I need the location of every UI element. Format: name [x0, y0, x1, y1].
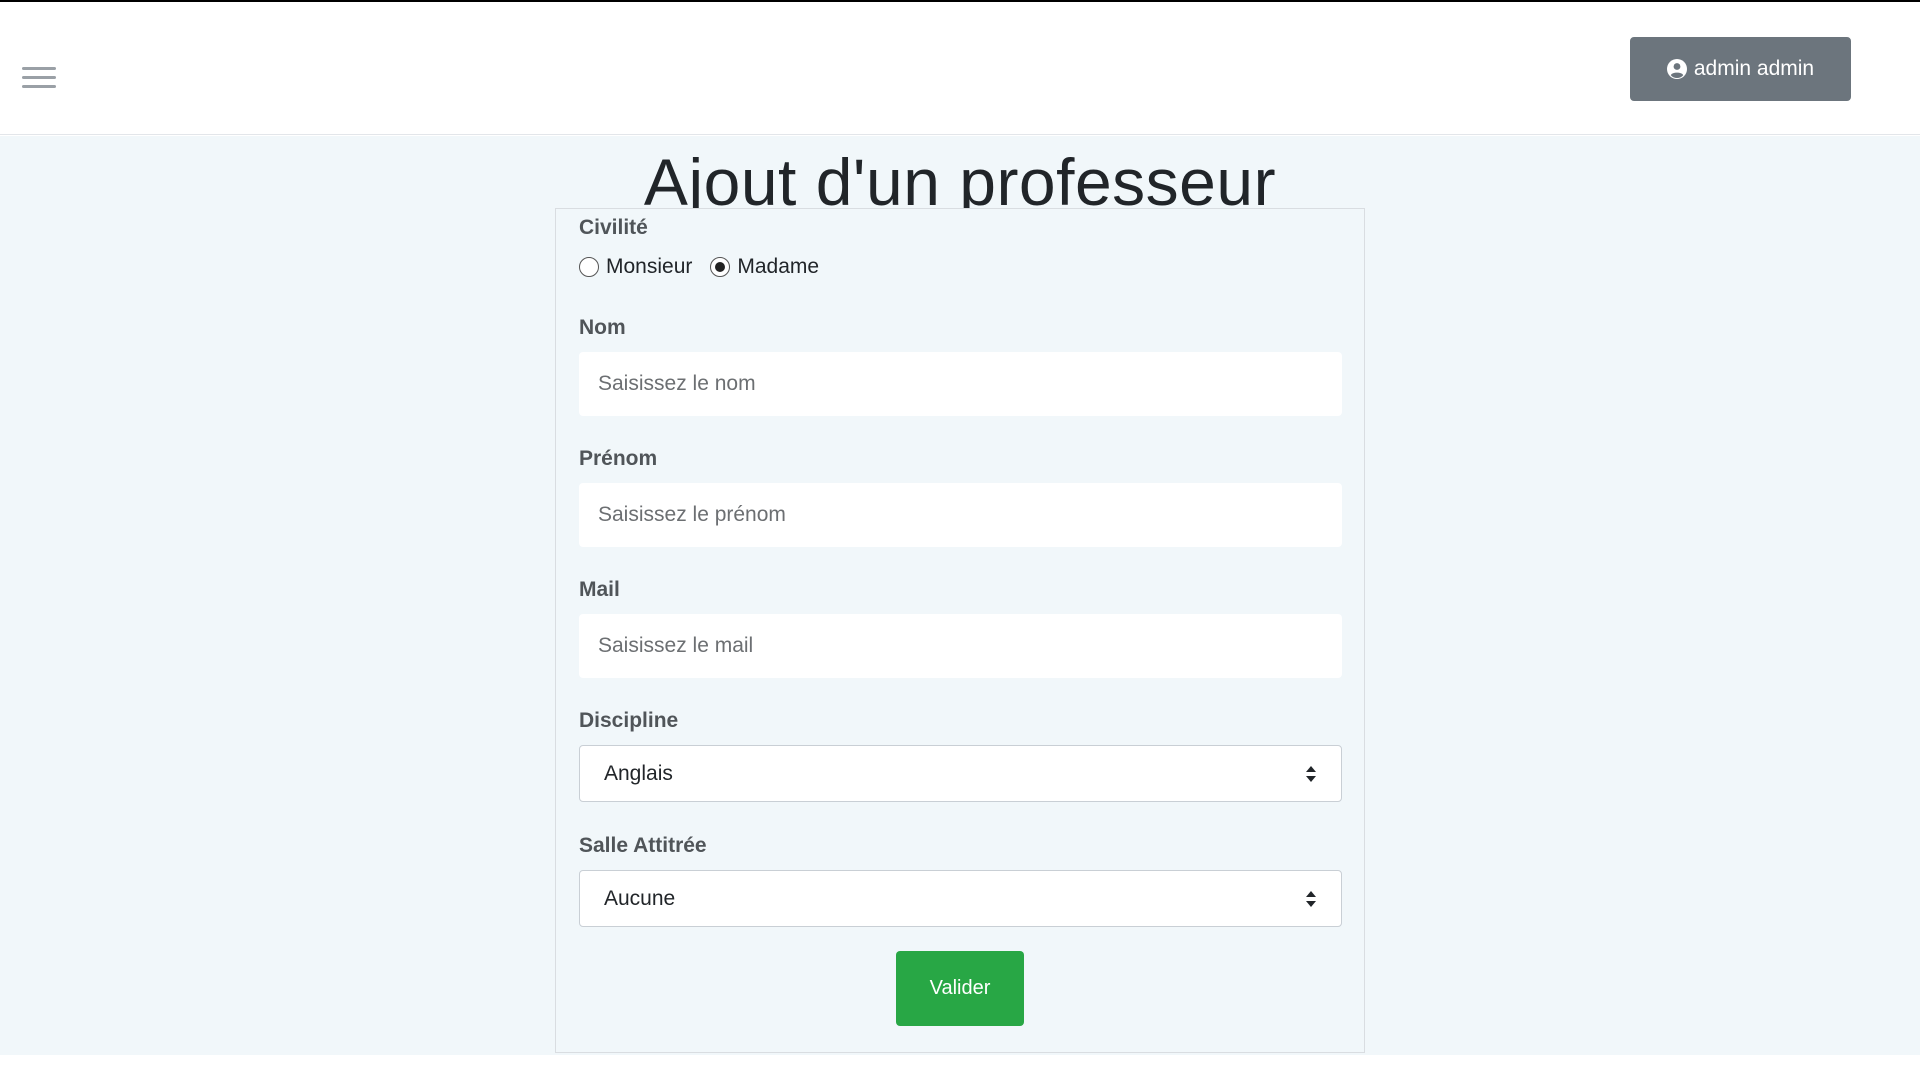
user-menu-button[interactable]: admin admin — [1630, 37, 1851, 101]
radio-monsieur[interactable] — [579, 257, 599, 277]
civilite-label: Civilité — [579, 216, 648, 239]
civilite-radio-group: Monsieur Madame — [579, 255, 837, 279]
radio-monsieur-label[interactable]: Monsieur — [606, 255, 692, 279]
prenom-label: Prénom — [579, 447, 658, 470]
nom-label: Nom — [579, 316, 626, 339]
hamburger-icon[interactable] — [20, 64, 58, 92]
user-circle-icon — [1666, 59, 1687, 79]
nom-input[interactable] — [579, 352, 1342, 416]
main-content: Ajout d'un professeur Civilité Monsieur … — [0, 136, 1920, 1055]
discipline-label: Discipline — [579, 709, 679, 732]
discipline-selected-value: Anglais — [604, 761, 673, 785]
submit-button[interactable]: Valider — [896, 951, 1024, 1026]
salle-selected-value: Aucune — [604, 886, 676, 910]
top-navbar: admin admin — [0, 2, 1920, 135]
salle-label: Salle Attitrée — [579, 834, 707, 857]
prenom-input[interactable] — [579, 483, 1342, 547]
add-teacher-form: Civilité Monsieur Madame Nom Prénom Mail… — [555, 208, 1365, 1053]
radio-madame[interactable] — [710, 257, 731, 277]
radio-madame-label[interactable]: Madame — [737, 255, 819, 279]
mail-label: Mail — [579, 578, 620, 601]
sort-icon — [1306, 890, 1316, 907]
page-bottom-margin — [0, 1055, 1920, 1080]
user-menu-label: admin admin — [1693, 57, 1815, 80]
discipline-select[interactable]: Anglais — [579, 745, 1342, 802]
mail-input[interactable] — [579, 614, 1342, 678]
sort-icon — [1306, 765, 1316, 782]
salle-select[interactable]: Aucune — [579, 870, 1342, 927]
